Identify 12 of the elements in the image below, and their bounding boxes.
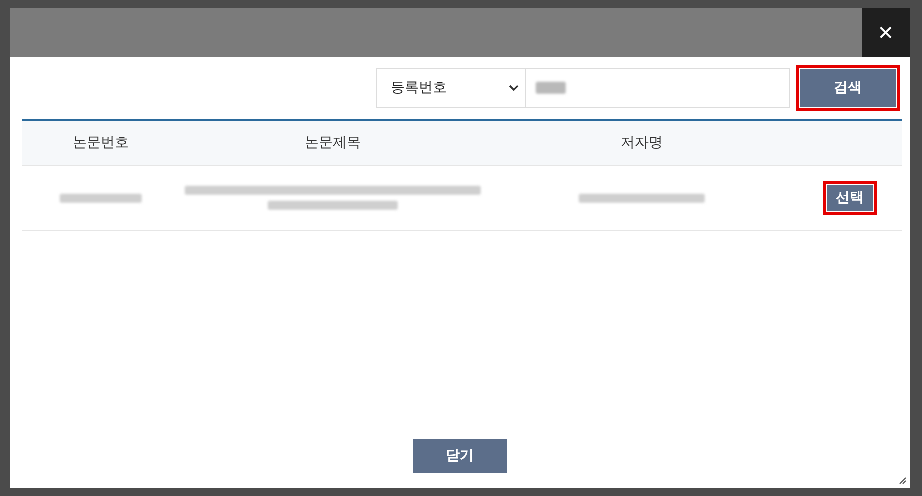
chevron-down-icon: [509, 84, 519, 92]
search-field[interactable]: [526, 68, 790, 108]
resize-grip-icon: [899, 477, 907, 485]
column-header: 논문제목: [304, 134, 362, 152]
search-type-dropdown[interactable]: 등록번호: [376, 68, 526, 108]
close-button[interactable]: ✕: [862, 8, 910, 57]
close-button[interactable]: 닫기: [410, 436, 510, 476]
select-button[interactable]: 선택: [823, 181, 877, 215]
column-header: 저자명: [620, 134, 664, 152]
search-button[interactable]: 검색: [796, 65, 900, 111]
redacted-text: [536, 82, 566, 94]
column-header: 논문번호: [72, 134, 130, 152]
